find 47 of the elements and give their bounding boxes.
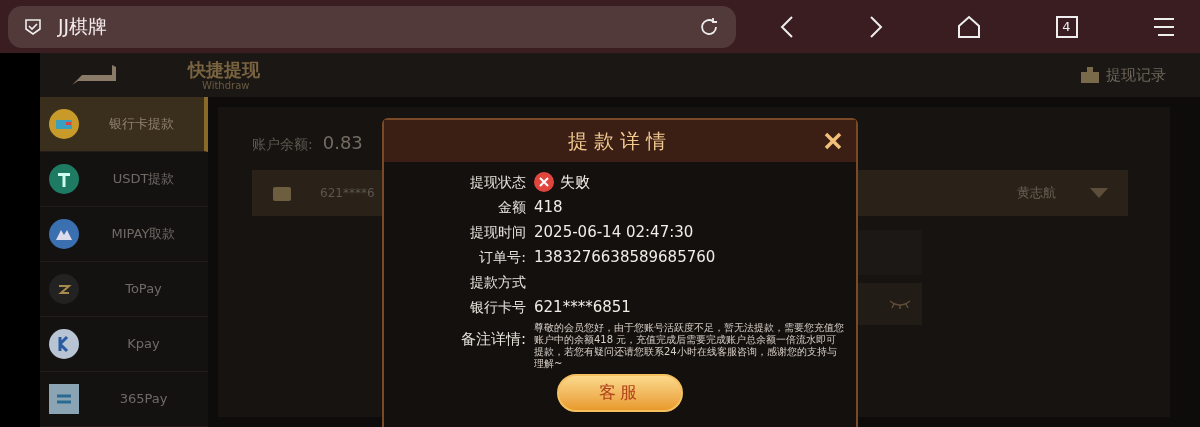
sidebar-item[interactable]: 365Pay (40, 372, 208, 427)
dialog-title: 提款详情 (568, 128, 672, 155)
page-subheading: Withdraw (201, 81, 251, 92)
page-heading: 快捷提现 (188, 58, 260, 81)
kpay-logo-icon (49, 329, 79, 359)
forward-icon[interactable] (868, 14, 883, 39)
tether-logo-icon (49, 164, 79, 194)
detail-value: 2025-06-14 02:47:30 (534, 221, 694, 243)
address-bar[interactable]: JJ棋牌 (8, 5, 736, 48)
detail-value: 621****6851 (534, 296, 631, 318)
menu-icon[interactable] (1152, 16, 1176, 37)
balance-label: 账户余额: (252, 135, 313, 154)
withdraw-history-link[interactable]: 提现记录 (1106, 63, 1166, 87)
topay-logo-icon (49, 274, 79, 304)
mountain-logo-icon (49, 219, 79, 249)
reload-icon[interactable] (698, 15, 720, 38)
detail-label: 提现时间 (469, 222, 526, 242)
detail-value: 418 (534, 196, 563, 218)
sidebar-item[interactable]: 银行卡提款 (40, 97, 208, 152)
detail-label: 金额 (497, 197, 526, 217)
sidebar-item[interactable]: MIPAY取款 (40, 207, 208, 262)
pay-logo-icon (49, 384, 79, 414)
detail-label: 提款方式 (469, 272, 526, 292)
shield-icon (24, 17, 42, 36)
detail-value: 失败 (560, 171, 590, 193)
page-title: JJ棋牌 (58, 14, 108, 40)
close-icon[interactable] (824, 132, 842, 150)
home-icon[interactable] (957, 14, 981, 39)
back-icon[interactable] (780, 14, 794, 39)
sidebar-item[interactable]: USDT提款 (40, 152, 208, 207)
card-holder-name: 黄志航 (1017, 184, 1056, 203)
customer-service-button[interactable]: 客服 (557, 374, 683, 412)
remark-text: 尊敬的会员您好，由于您账号活跃度不足，暂无法提款，需要您充值您账户中的余额418 元，充值完成后需要完成账户总余额一倍流水即可提款，若您有疑问还请您联系24小时在线客服咨询，感谢您的支持与理解~ (534, 322, 845, 370)
detail-label: 订单号: (478, 247, 526, 267)
card-icon (49, 109, 79, 139)
caret-icon (1090, 188, 1108, 198)
sidebar-item[interactable]: Kpay (40, 317, 208, 372)
detail-label: 提现状态 (469, 172, 526, 192)
box-icon (1080, 66, 1100, 85)
error-icon (534, 172, 554, 192)
balance-amount: 0.83 (322, 131, 363, 155)
sidebar-item[interactable]: ToPay (40, 262, 208, 317)
remark-label: 备注详情: (459, 329, 526, 350)
tab-count[interactable]: 4 (1055, 15, 1078, 38)
detail-label: 银行卡号 (469, 297, 526, 317)
detail-value: 1383276638589685760 (534, 246, 716, 268)
wallet-icon (272, 184, 292, 202)
